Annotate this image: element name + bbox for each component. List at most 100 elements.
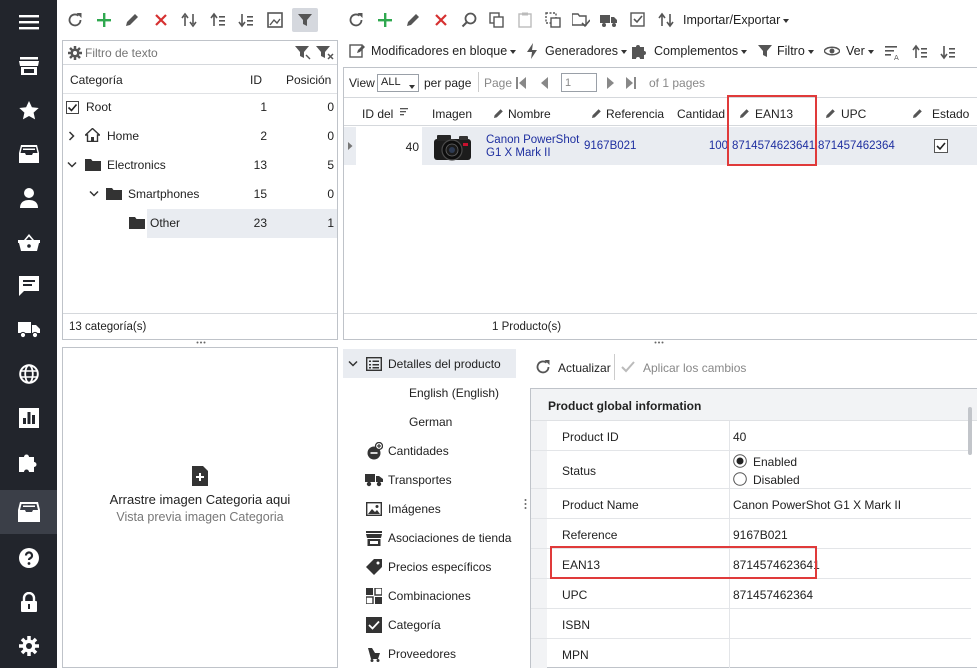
detail-nav-item-category[interactable]: Categoría [343,610,523,639]
quantity-column-header[interactable]: Cantidad [677,107,725,121]
settings-icon[interactable] [68,46,82,60]
copy-icon[interactable] [486,9,508,31]
import-export-menu[interactable]: Importar/Exportar [683,12,790,28]
name-column-header[interactable]: Nombre [508,107,551,121]
image-edit-icon[interactable] [264,9,286,31]
catalog-icon[interactable] [0,490,57,534]
help-icon[interactable] [0,536,57,580]
sort-down-icon[interactable] [235,9,257,31]
tree-row-smartphones[interactable]: Smartphones 15 0 [63,180,335,209]
category-column-header[interactable]: Categoría [70,73,123,87]
category-filter-input[interactable] [85,44,285,62]
last-page-icon[interactable] [626,77,636,89]
refresh-button[interactable]: Actualizar [558,360,611,376]
duplicate-icon[interactable] [542,9,564,31]
move-icon[interactable] [178,9,200,31]
edit-icon[interactable] [121,9,143,31]
detail-nav-item-english[interactable]: English (English) [343,378,523,407]
reference-cell[interactable]: 9167B021 [584,140,636,152]
status-checkbox[interactable] [934,139,948,153]
reference-column-header[interactable]: Referencia [606,107,664,121]
truck-icon[interactable] [0,308,57,352]
view-menu[interactable]: Ver [846,43,874,59]
puzzle-icon[interactable] [0,440,57,484]
add-icon[interactable] [93,9,115,31]
per-page-select[interactable]: ALL [377,74,419,92]
image-column-header[interactable]: Imagen [432,107,472,121]
radio-enabled[interactable] [733,454,747,468]
chevron-down-icon[interactable] [67,161,77,169]
checklist-icon[interactable] [627,9,649,31]
generators-menu[interactable]: Generadores [545,43,627,59]
detail-nav-item-store-associations[interactable]: Asociaciones de tienda [343,523,523,552]
refresh-icon[interactable] [535,359,551,375]
upc-cell[interactable]: 871457462364 [818,140,895,152]
detail-nav-item-images[interactable]: Imágenes [343,494,523,523]
tree-row-electronics[interactable]: Electronics 13 5 [63,151,335,180]
detail-nav-item-product-details[interactable]: Detalles del producto [343,349,516,378]
filter-icon[interactable] [295,45,311,61]
table-row[interactable]: 40 Canon PowerShot G1 X Mark II 9167B021… [344,127,977,165]
inbox-icon[interactable] [0,132,57,176]
checkbox-icon[interactable] [66,101,79,114]
chevron-right-icon[interactable] [68,131,76,141]
menu-icon[interactable] [0,0,57,44]
refresh-icon[interactable] [345,9,367,31]
product-name-cell[interactable]: Canon PowerShot G1 X Mark II [486,134,586,160]
basket-icon[interactable] [0,220,57,264]
paste-icon[interactable] [514,9,536,31]
star-icon[interactable] [0,88,57,132]
position-column-header[interactable]: Posición [286,73,331,87]
message-icon[interactable] [0,264,57,308]
filter-menu[interactable]: Filtro [777,43,814,59]
move-folder-icon[interactable] [570,9,592,31]
filter-toggle-icon[interactable] [292,8,318,32]
lock-icon[interactable] [0,580,57,624]
first-page-icon[interactable] [516,77,526,89]
detail-nav-item-shipping[interactable]: Transportes [343,465,523,494]
page-number-input[interactable] [561,73,597,92]
tree-row-root[interactable]: Root 1 0 [63,93,335,122]
user-icon[interactable] [0,176,57,220]
gear-icon[interactable] [0,624,57,668]
detail-nav-item-specific-prices[interactable]: Precios específicos [343,552,523,581]
detail-nav-item-german[interactable]: German [343,407,523,436]
sort-up-icon[interactable] [207,9,229,31]
column-sort-icon[interactable]: A [881,41,903,63]
sort-down-icon[interactable] [937,41,959,63]
upc-column-header[interactable]: UPC [841,107,866,121]
id-column-header[interactable]: ID del [362,107,393,121]
refresh-icon[interactable] [64,9,86,31]
search-icon[interactable] [458,9,480,31]
sort-up-icon[interactable] [909,41,931,63]
quantity-cell[interactable]: 100 [684,140,728,152]
vertical-splitter[interactable] [524,498,528,512]
id-column-header[interactable]: ID [250,73,262,87]
property-value[interactable]: 871457462364 [733,588,813,602]
import-export-icon[interactable] [655,9,677,31]
detail-nav-item-quantities[interactable]: Cantidades [343,436,523,465]
category-image-panel[interactable]: Arrastre imagen Categoria aqui Vista pre… [62,347,338,668]
horizontal-splitter[interactable] [196,341,206,345]
property-value[interactable]: 9167B021 [733,528,788,542]
shipping-icon[interactable] [598,9,620,31]
radio-disabled[interactable] [733,472,747,486]
store-icon[interactable] [0,44,57,88]
status-column-header[interactable]: Estado [932,107,969,121]
tree-row-home[interactable]: Home 2 0 [63,122,335,151]
next-page-icon[interactable] [607,77,615,89]
chevron-down-icon[interactable] [348,360,358,368]
chevron-down-icon[interactable] [89,190,99,198]
globe-icon[interactable] [0,352,57,396]
tree-row-other[interactable]: Other 23 1 [63,209,337,238]
prev-page-icon[interactable] [540,77,548,89]
addons-menu[interactable]: Complementos [654,43,748,59]
product-id-cell[interactable]: 40 [356,140,419,154]
detail-nav-item-suppliers[interactable]: Proveedores [343,639,523,668]
chart-icon[interactable] [0,396,57,440]
horizontal-splitter[interactable] [654,341,664,345]
sort-icon[interactable] [400,108,410,117]
delete-icon[interactable] [430,9,452,31]
delete-icon[interactable] [150,9,172,31]
property-value[interactable]: Canon PowerShot G1 X Mark II [733,498,901,512]
